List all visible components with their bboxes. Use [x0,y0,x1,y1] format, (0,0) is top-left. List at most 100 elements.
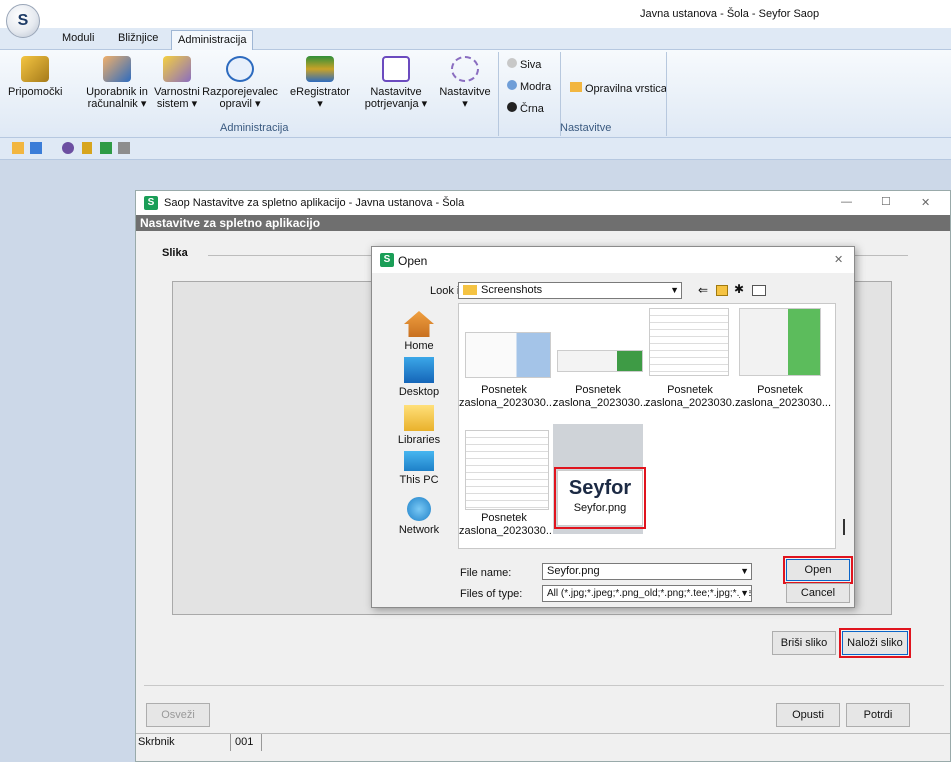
place-home[interactable]: Home [384,311,454,352]
app-logo-icon[interactable]: S [6,4,40,38]
tools-icon [21,56,49,82]
ribbon-label: Pripomočki [8,86,63,98]
status-user: Skrbnik [138,736,175,748]
quick-eye-icon[interactable] [62,142,74,154]
file-name-line1: Posnetek [667,384,713,396]
quick-access-toolbar [0,138,951,160]
theme-siva-option[interactable]: Siva [507,58,541,71]
file-type-label: Files of type: [460,588,523,600]
open-button[interactable]: Open [783,556,853,584]
open-dialog-titlebar: S Open ✕ [372,247,854,273]
file-name-line1: Posnetek [757,384,803,396]
up-folder-icon[interactable] [716,285,728,296]
checklist-icon [382,56,410,82]
quick-print-icon[interactable] [118,142,130,154]
saop-logo-icon: S [144,196,158,210]
view-menu-icon[interactable] [752,285,766,296]
ribbon-label: Uporabnik in [86,86,148,98]
file-name-line2: zaslona_2023030... [645,397,742,409]
osvezi-button[interactable]: Osveži [146,703,210,727]
theme-modra-icon [507,80,517,90]
file-name-line2: zaslona_2023030... [735,397,832,409]
maximize-button[interactable]: ☐ [881,195,891,208]
file-item-5[interactable]: Posnetek zaslona_2023030... [459,512,556,538]
ribbon-label: Nastavitve [439,86,491,98]
file-list: Posnetek zaslona_2023030... Posnetek zaslo… [458,303,845,549]
ribbon-varnostni-button[interactable]: Varnostni sistem ▾ [154,56,200,110]
theme-siva-label: Siva [520,59,542,71]
cancel-button[interactable]: Cancel [786,583,850,603]
desktop-icon [404,357,434,383]
chevron-down-icon: ▼ [740,586,749,601]
potrdi-button[interactable]: Potrdi [846,703,910,727]
ribbon-label: Nastavitve [370,86,422,98]
places-bar: Home Desktop Libraries This PC Network [380,305,458,551]
file-item-3[interactable]: Posnetek zaslona_2023030... [645,384,742,410]
close-button[interactable]: ✕ [921,196,930,209]
menu-bar: Moduli Bližnjice Administracija [0,28,951,51]
quick-refresh-icon[interactable] [100,142,112,154]
new-folder-icon[interactable]: ✱ [734,282,744,296]
place-desktop[interactable]: Desktop [384,357,454,398]
ribbon-nastavitve-button[interactable]: Nastavitve ▾ [436,56,494,110]
app-title-bar: Javna ustanova - Šola - Seyfor Saop [0,0,951,28]
ribbon-pripomocki-button[interactable]: Pripomočki [8,56,62,98]
place-home-label: Home [404,340,434,352]
file-item-2[interactable]: Posnetek zaslona_2023030... [553,384,650,410]
theme-modra-option[interactable]: Modra [507,80,551,93]
place-thispc-label: This PC [399,474,439,486]
books-icon [306,56,334,82]
place-libraries[interactable]: Libraries [384,405,454,446]
ribbon-razporejevalec-button[interactable]: Razporejevalec opravil ▾ [200,56,280,110]
file-name-line2: zaslona_2023030... [553,397,650,409]
file-item-4[interactable]: Posnetek zaslona_2023030... [735,384,832,410]
ribbon-group-separator [498,52,499,136]
taskbar-icon [570,82,582,92]
app-title: Javna ustanova - Šola - Seyfor Saop [640,8,820,20]
file-thumbnail[interactable] [465,332,551,378]
opusti-button[interactable]: Opusti [776,703,840,727]
scrollbar-thumb[interactable] [843,519,845,535]
dialog-close-button[interactable]: ✕ [834,253,843,266]
minimize-button[interactable]: — [841,196,852,208]
nalozi-sliko-button[interactable]: Naloži sliko [839,628,911,658]
ribbon-nastavitve-potrjevanja-button[interactable]: Nastavitve potrjevanja ▾ [360,56,432,110]
tab-moduli[interactable]: Moduli [62,32,94,44]
file-thumbnail[interactable] [649,308,729,376]
theme-modra-label: Modra [520,81,552,93]
gear-icon [451,56,479,82]
ribbon-eregistrator-button[interactable]: eRegistrator ▾ [280,56,360,110]
brisi-sliko-button[interactable]: Briši sliko [772,631,836,655]
file-thumbnail[interactable] [465,430,549,510]
libraries-icon [404,405,434,431]
opravilna-vrstica-button[interactable]: Opravilna vrstica [570,82,667,95]
back-icon[interactable]: ⇐ [698,283,708,297]
file-thumbnail[interactable] [739,308,821,376]
look-in-select[interactable]: Screenshots ▼ [458,282,682,299]
key-icon [163,56,191,82]
place-desktop-label: Desktop [398,386,440,398]
file-thumbnail[interactable] [557,350,643,372]
ribbon-label: eRegistrator [290,86,350,98]
quick-person-icon[interactable] [82,142,92,154]
file-name-label: File name: [460,567,512,579]
file-item-1[interactable]: Posnetek zaslona_2023030... [459,384,555,410]
quick-window-icon[interactable] [30,142,42,154]
quick-home-icon[interactable] [12,142,24,154]
settings-window-titlebar: S Saop Nastavitve za spletno aplikacijo … [136,191,950,215]
file-name-input[interactable]: Seyfor.png ▼ [542,563,752,580]
place-network[interactable]: Network [384,497,454,536]
tab-bliznjice[interactable]: Bližnjice [118,32,158,44]
file-type-select[interactable]: All (*.jpg;*.jpeg;*.png_old;*.png;*.tee;… [542,585,752,602]
folder-icon [463,285,477,296]
chevron-down-icon: ▼ [740,566,749,576]
theme-crna-option[interactable]: Črna [507,102,544,115]
file-name-line2: zaslona_2023030... [459,525,556,537]
saop-logo-icon: S [380,253,394,267]
place-thispc[interactable]: This PC [384,451,454,486]
clock-icon [226,56,254,82]
ribbon-uporabnik-button[interactable]: Uporabnik in računalnik ▾ [84,56,150,110]
tab-administracija[interactable]: Administracija [171,30,254,51]
ribbon-sub: opravil ▾ [219,98,261,110]
seyfor-file-item[interactable]: Seyfor Seyfor.png [554,467,646,529]
